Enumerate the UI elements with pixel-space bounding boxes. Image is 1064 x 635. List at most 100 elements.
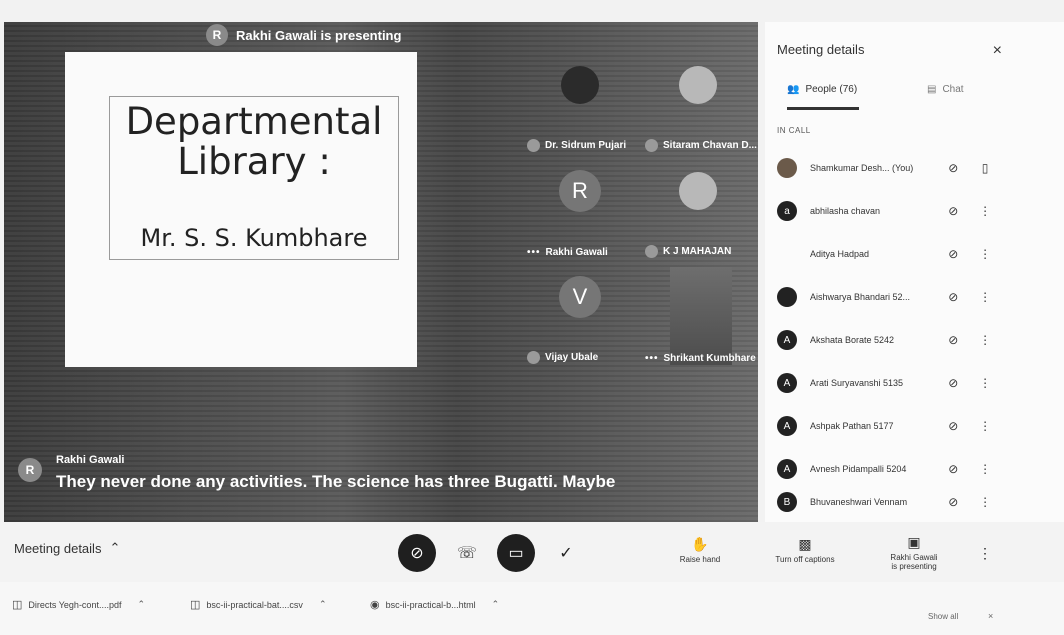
presenting-label-line2: is presenting xyxy=(891,562,937,571)
camera-toggle-button[interactable]: ▭ xyxy=(497,534,535,572)
meeting-details-panel: Meeting details × 👥 People (76) ▤ Chat I… xyxy=(765,22,1064,522)
captions-icon: ▩ xyxy=(798,536,812,552)
tile-label: Vijay Ubale xyxy=(527,351,598,364)
mic-off-icon xyxy=(527,351,540,364)
participant-name: abhilasha chavan xyxy=(810,206,881,216)
mic-off-icon: ⊘ xyxy=(948,204,959,218)
present-screen-icon: ▣ xyxy=(907,534,921,550)
in-call-label: IN CALL xyxy=(777,126,811,135)
tile-name: Rakhi Gawali xyxy=(545,247,608,258)
avatar: A xyxy=(777,416,797,436)
avatar: A xyxy=(777,373,797,393)
tab-people[interactable]: 👥 People (76) xyxy=(787,84,857,95)
mic-off-icon: ⊘ xyxy=(948,419,959,433)
participant-name: Akshata Borate 5242 xyxy=(810,335,895,345)
more-options-icon[interactable]: ⋮ xyxy=(978,290,992,304)
video-stage: R Rakhi Gawali is presenting Departmenta… xyxy=(4,22,758,522)
caption-speaker-name: Rakhi Gawali xyxy=(56,454,125,466)
participant-tile[interactable]: V Vijay Ubale xyxy=(521,264,639,370)
participant-name: Aditya Hadpad xyxy=(810,249,870,259)
participant-row[interactable]: A Ashpak Pathan 5177 ⊘ ⋮ xyxy=(777,412,992,440)
panel-title: Meeting details xyxy=(777,42,865,57)
more-options-icon[interactable]: ⋮ xyxy=(978,495,992,509)
chevron-up-icon: ⌃ xyxy=(109,540,121,555)
tab-chat[interactable]: ▤ Chat xyxy=(927,84,964,95)
hand-icon: ✋ xyxy=(691,536,709,552)
mic-off-icon: ⊘ xyxy=(948,161,959,175)
chevron-up-icon[interactable]: ⌃ xyxy=(137,599,145,610)
more-options-icon[interactable]: ⋮ xyxy=(978,247,992,261)
participant-name: Avnesh Pidampalli 5204 xyxy=(810,464,907,474)
tile-label: K J MAHAJAN xyxy=(645,245,731,258)
participant-row[interactable]: A Akshata Borate 5242 ⊘ ⋮ xyxy=(777,326,992,354)
participant-row[interactable]: A Avnesh Pidampalli 5204 ⊘ ⋮ xyxy=(777,455,992,483)
participant-name: Aishwarya Bhandari 52... xyxy=(810,292,911,302)
meeting-details-button[interactable]: Meeting details ⌃ xyxy=(14,540,120,556)
tile-name: Shrikant Kumbhare xyxy=(663,353,756,364)
tile-label: ••• Shrikant Kumbhare xyxy=(645,353,756,364)
tile-label: ••• Rakhi Gawali xyxy=(527,247,608,258)
more-options-button[interactable]: ⋮ xyxy=(966,534,1004,572)
checkmark-icon: ✓ xyxy=(559,545,573,562)
mic-off-icon: ⊘ xyxy=(948,333,959,347)
participant-row[interactable]: B Bhuvaneshwari Vennam ⊘ ⋮ xyxy=(777,488,992,516)
more-vert-icon: ⋮ xyxy=(978,544,992,561)
participant-row[interactable]: Shamkumar Desh... (You) ⊘ ▯ xyxy=(777,154,992,182)
tile-label: Sitaram Chavan D... xyxy=(645,139,757,152)
participant-row[interactable]: a abhilasha chavan ⊘ ⋮ xyxy=(777,197,992,225)
download-item[interactable]: ◫ bsc-ii-practical-bat....csv ⌃ xyxy=(190,598,326,611)
mic-off-icon: ⊘ xyxy=(410,545,424,562)
file-icon: ◉ xyxy=(370,599,380,611)
meeting-details-label: Meeting details xyxy=(14,540,102,556)
active-tab-indicator xyxy=(787,107,859,110)
downloads-bar: ◫ Directs Yegh-cont....pdf ⌃ ◫ bsc-ii-pr… xyxy=(0,582,1064,635)
close-icon[interactable]: × xyxy=(993,42,1002,60)
tile-name: Vijay Ubale xyxy=(545,352,599,363)
microphone-toggle-button[interactable]: ⊘ xyxy=(398,534,436,572)
close-icon[interactable]: × xyxy=(988,611,993,621)
chevron-up-icon[interactable]: ⌃ xyxy=(319,599,327,610)
avatar: A xyxy=(777,459,797,479)
more-options-icon[interactable]: ⋮ xyxy=(978,333,992,347)
more-options-icon[interactable]: ⋮ xyxy=(978,419,992,433)
download-name: Directs Yegh-cont....pdf xyxy=(28,599,122,610)
chevron-up-icon[interactable]: ⌃ xyxy=(492,599,500,610)
tile-name: Dr. Sidrum Pujari xyxy=(545,140,627,151)
mic-off-icon: ⊘ xyxy=(948,462,959,476)
file-icon: ◫ xyxy=(190,599,201,611)
participant-row[interactable]: A Arati Suryavanshi 5135 ⊘ ⋮ xyxy=(777,369,992,397)
reactions-button[interactable]: ✓ xyxy=(547,534,585,572)
avatar xyxy=(777,287,797,307)
people-icon: 👥 xyxy=(787,84,800,95)
caption-text: They never done any activities. The scie… xyxy=(56,472,616,491)
captions-button[interactable]: ▩ Turn off captions xyxy=(762,536,848,564)
captions-label: Turn off captions xyxy=(775,555,835,564)
mic-off-icon: ⊘ xyxy=(948,495,959,509)
avatar: a xyxy=(777,201,797,221)
participant-tile[interactable]: K J MAHAJAN xyxy=(639,158,757,264)
present-now-button[interactable]: ▣ Rakhi Gawali is presenting xyxy=(876,534,952,571)
raise-hand-label: Raise hand xyxy=(679,555,721,564)
show-all-link[interactable]: Show all xyxy=(928,612,958,621)
download-item[interactable]: ◫ Directs Yegh-cont....pdf ⌃ xyxy=(12,598,145,611)
file-icon: ◫ xyxy=(12,599,23,611)
participant-tile[interactable]: R ••• Rakhi Gawali xyxy=(521,158,639,264)
leave-call-button[interactable]: ☏ xyxy=(448,534,486,572)
more-options-icon[interactable]: ⋮ xyxy=(978,376,992,390)
audio-activity-icon: ••• xyxy=(645,353,659,364)
more-options-icon[interactable]: ⋮ xyxy=(978,462,992,476)
participant-photo xyxy=(679,172,717,210)
participant-tile[interactable]: Dr. Sidrum Pujari xyxy=(521,52,639,158)
participant-letter-avatar: V xyxy=(559,276,601,318)
pin-icon[interactable]: ▯ xyxy=(978,161,992,175)
raise-hand-button[interactable]: ✋ Raise hand xyxy=(670,536,730,564)
more-options-icon[interactable]: ⋮ xyxy=(978,204,992,218)
participant-row[interactable]: Aishwarya Bhandari 52... ⊘ ⋮ xyxy=(777,283,992,311)
presenting-chip: R Rakhi Gawali is presenting xyxy=(206,24,401,46)
participant-tile[interactable]: Sitaram Chavan D... xyxy=(639,52,757,158)
presentation-slide: Departmental Library : Mr. S. S. Kumbhar… xyxy=(65,52,417,367)
download-item[interactable]: ◉ bsc-ii-practical-b...html ⌃ xyxy=(370,598,499,611)
hang-up-icon: ☏ xyxy=(456,545,477,562)
avatar xyxy=(777,158,797,178)
participant-row[interactable]: Aditya Hadpad ⊘ ⋮ xyxy=(777,240,992,268)
